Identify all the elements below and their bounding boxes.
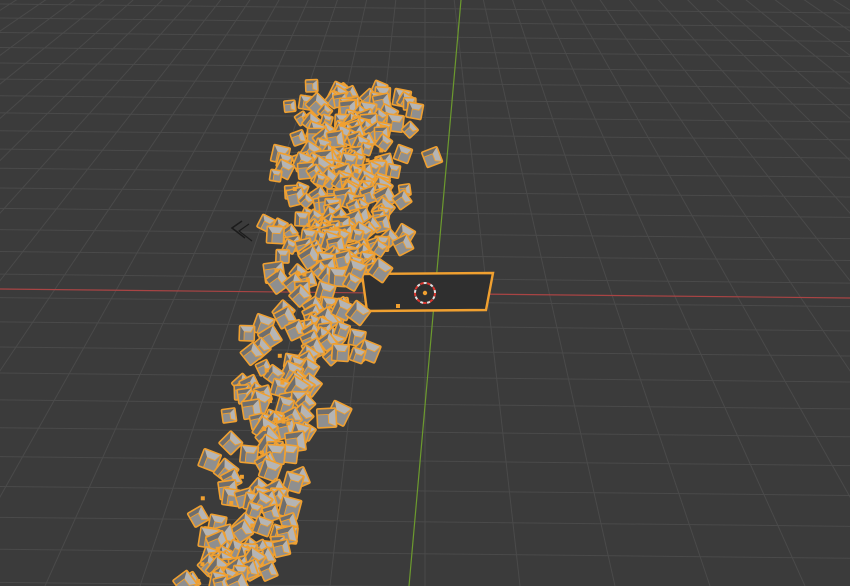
particle-cube[interactable] (392, 143, 414, 165)
particle-dot (196, 579, 201, 583)
particle-dot (280, 380, 285, 385)
grid-line (512, 0, 711, 586)
particle-cube[interactable] (304, 78, 319, 93)
particle-dot (200, 496, 205, 501)
particle-dot (268, 399, 273, 403)
particle-cube[interactable] (420, 145, 444, 169)
grid-line (0, 0, 47, 32)
particle-cube[interactable] (405, 101, 425, 121)
3d-cursor-center-icon (422, 290, 428, 296)
particle-dot (354, 168, 359, 173)
particle-dot (281, 419, 286, 424)
grid-line (541, 0, 806, 586)
particle-dot (239, 474, 244, 479)
particle-cube[interactable] (315, 407, 338, 429)
particle-dot (286, 421, 291, 426)
particle-cube[interactable] (268, 168, 283, 183)
particle-dot (273, 417, 278, 422)
particle-dot (379, 148, 384, 153)
viewport-canvas[interactable] (0, 0, 850, 586)
particle-cube[interactable] (265, 225, 285, 245)
particle-cube[interactable] (330, 343, 351, 363)
grid-line (482, 0, 616, 586)
particle-system[interactable] (171, 78, 444, 586)
particle-dot (274, 268, 279, 273)
particle-cube[interactable] (186, 504, 210, 528)
grid-line (0, 0, 105, 85)
grid-line (0, 0, 76, 57)
grid-line (0, 0, 18, 11)
particle-dot (229, 500, 234, 505)
particle-dot (215, 546, 220, 551)
particle-dot (292, 187, 297, 191)
particle-dot (250, 523, 255, 528)
particle-dot (306, 223, 311, 228)
particle-dot (361, 164, 366, 169)
particle-dot (264, 368, 269, 373)
grid-line (0, 0, 193, 214)
light-object-icon[interactable] (230, 220, 253, 242)
particle-dot (200, 562, 205, 567)
particle-dot (302, 272, 307, 277)
particle-dot (305, 278, 310, 283)
particle-dot (296, 271, 301, 276)
particle-dot (340, 122, 344, 127)
particle-dot (260, 450, 264, 455)
particle-cube[interactable] (220, 407, 238, 424)
particle-dot (365, 158, 370, 163)
particle-dot (327, 220, 332, 225)
emitter-vertex-marker (396, 304, 400, 308)
particle-dot (221, 566, 226, 571)
grid-line (0, 0, 134, 120)
3d-viewport[interactable] (0, 0, 850, 586)
grid-line (0, 0, 163, 162)
particle-cube[interactable] (282, 99, 297, 114)
particle-dot (331, 146, 336, 151)
grid-line (0, 0, 21, 586)
particle-dot (277, 353, 282, 358)
particle-dot (262, 427, 267, 431)
particle-cube[interactable] (238, 324, 256, 342)
